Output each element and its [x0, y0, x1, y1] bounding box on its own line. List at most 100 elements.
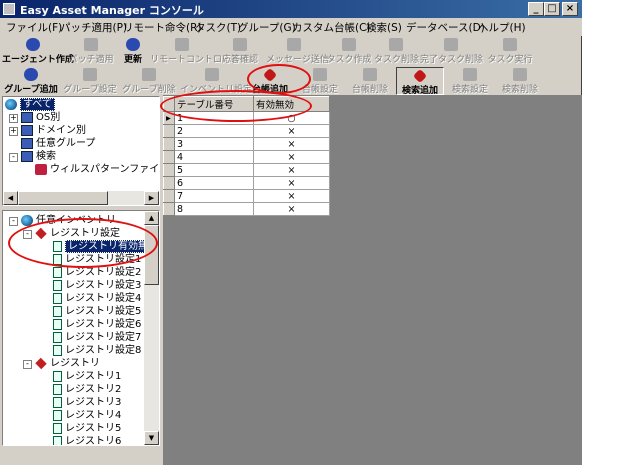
doc-icon	[53, 306, 62, 317]
delete-task-button[interactable]: タスク削除	[374, 37, 419, 65]
column-header-table-number[interactable]: テーブル番号	[174, 96, 254, 112]
tree-item-registry[interactable]: レジストリ	[35, 357, 100, 370]
tree-item-search[interactable]: 検索	[21, 151, 56, 163]
scroll-down-icon[interactable]: ▼	[144, 431, 159, 445]
cell-enabled[interactable]: ×	[253, 189, 330, 203]
table-row[interactable]: ▸ 1 ○	[163, 111, 330, 125]
menu-remote[interactable]: リモート命令(R)	[123, 20, 202, 35]
tree-item-virus-pattern[interactable]: ウィルスパターンファイルが古い	[35, 164, 159, 176]
tree-item-registry-setting[interactable]: レジストリ設定1	[53, 254, 141, 266]
delete-search-button[interactable]: 検索削除	[496, 67, 544, 95]
collapse-icon[interactable]: -	[23, 360, 32, 369]
tree-item-registry-setting[interactable]: レジストリ設定5	[53, 306, 141, 318]
tree-item-registry-entry[interactable]: レジストリ1	[53, 371, 121, 383]
tree-item-registry-settings[interactable]: レジストリ設定	[35, 227, 120, 240]
menu-task[interactable]: タスク(T)	[195, 20, 241, 35]
tree-item-registry-setting[interactable]: レジストリ設定7	[53, 332, 141, 344]
cell-number[interactable]: 7	[174, 189, 254, 203]
table-row[interactable]: 2 ×	[163, 124, 330, 138]
table-row[interactable]: 6 ×	[163, 176, 330, 190]
tree-item-registry-setting[interactable]: レジストリ設定3	[53, 280, 141, 292]
table-row[interactable]: 8 ×	[163, 202, 330, 216]
send-message-button[interactable]: メッセージ送信	[266, 37, 329, 65]
refresh-button[interactable]: 更新	[118, 37, 148, 65]
column-header-enabled[interactable]: 有効無効	[253, 96, 330, 112]
remote-control-button[interactable]: リモートコントロール	[150, 37, 240, 65]
cell-number[interactable]: 5	[174, 163, 254, 177]
scroll-left-icon[interactable]: ◀	[3, 191, 18, 205]
tree-item-custom-inventory[interactable]: 任意インベントリ	[21, 215, 116, 227]
delete-group-button[interactable]: グループ削除	[120, 67, 178, 95]
add-ledger-button[interactable]: 台帳追加	[246, 67, 294, 95]
tree-item-registry-entry[interactable]: レジストリ4	[53, 410, 121, 422]
close-button[interactable]: ×	[562, 2, 578, 16]
scroll-thumb[interactable]	[144, 225, 159, 285]
cell-enabled[interactable]: ×	[253, 137, 330, 151]
add-group-button[interactable]: グループ追加	[2, 67, 60, 95]
cell-enabled[interactable]: ×	[253, 150, 330, 164]
cell-enabled[interactable]: ×	[253, 124, 330, 138]
table-row[interactable]: 7 ×	[163, 189, 330, 203]
menu-custom[interactable]: カスタム台帳(C)	[292, 20, 371, 35]
cell-number[interactable]: 2	[174, 124, 254, 138]
tree-item-registry-setting[interactable]: レジストリ設定6	[53, 319, 141, 331]
title-bar[interactable]: Easy Asset Manager コンソール _ □ ×	[0, 0, 582, 18]
tree-item-domain[interactable]: ドメイン別	[21, 125, 86, 137]
cell-number[interactable]: 8	[174, 202, 254, 216]
collapse-icon[interactable]: -	[9, 217, 18, 226]
data-grid: テーブル番号 有効無効 ▸ 1 ○ 2 × 3 × 4 × 5 × 6 × 7 × 8 ×	[163, 96, 330, 216]
collapse-icon[interactable]: -	[23, 230, 32, 239]
doc-icon	[53, 254, 62, 265]
expand-icon[interactable]: +	[9, 114, 18, 123]
doc-icon	[53, 397, 62, 408]
ledger-settings-button[interactable]: 台帳設定	[296, 67, 344, 95]
tree-item-os[interactable]: OS別	[21, 112, 60, 124]
menu-file[interactable]: ファイル(F)	[6, 20, 62, 35]
table-row[interactable]: 4 ×	[163, 150, 330, 164]
inventory-settings-button[interactable]: インベントリ設定	[180, 67, 252, 95]
create-agent-button[interactable]: エージェント作成	[2, 37, 74, 65]
run-task-button[interactable]: タスク実行	[486, 37, 534, 65]
table-row[interactable]: 3 ×	[163, 137, 330, 151]
tree-vertical-scrollbar[interactable]: ▲ ▼	[144, 211, 159, 445]
minimize-button[interactable]: _	[528, 2, 544, 16]
scroll-right-icon[interactable]: ▶	[144, 191, 159, 205]
menu-patch[interactable]: パッチ適用(P)	[60, 20, 127, 35]
menu-search[interactable]: 検索(S)	[366, 20, 402, 35]
cell-number[interactable]: 4	[174, 150, 254, 164]
menu-database[interactable]: データベース(D)	[406, 20, 485, 35]
cell-enabled[interactable]: ×	[253, 202, 330, 216]
tree-item-registry-setting[interactable]: レジストリ設定2	[53, 267, 141, 279]
maximize-button[interactable]: □	[544, 2, 560, 16]
tree-item-registry-entry[interactable]: レジストリ6	[53, 436, 121, 445]
group-settings-button[interactable]: グループ設定	[62, 67, 118, 95]
collapse-icon[interactable]: -	[9, 153, 18, 162]
table-row[interactable]: 5 ×	[163, 163, 330, 177]
tree-item-all[interactable]: すべて	[5, 98, 55, 111]
tree-item-registry-entry[interactable]: レジストリ5	[53, 423, 121, 435]
cell-enabled[interactable]: ×	[253, 163, 330, 177]
tree-item-registry-entry[interactable]: レジストリ2	[53, 384, 121, 396]
tree-horizontal-scrollbar[interactable]: ◀ ▶	[3, 191, 159, 205]
cell-number[interactable]: 1	[174, 111, 254, 125]
add-search-button[interactable]: 検索追加	[396, 67, 444, 96]
tree-item-custom-group[interactable]: 任意グループ	[21, 138, 95, 150]
cell-number[interactable]: 6	[174, 176, 254, 190]
menu-group[interactable]: グループ(G)	[238, 20, 296, 35]
ping-button[interactable]: 応答確認	[218, 37, 262, 65]
cell-enabled[interactable]: ○	[253, 111, 330, 125]
apply-patch-button[interactable]: パッチ適用	[68, 37, 114, 65]
tree-item-registry-setting[interactable]: レジストリ設定4	[53, 293, 141, 305]
expand-icon[interactable]: +	[9, 127, 18, 136]
delete-completed-task-button[interactable]: 完了タスク削除	[420, 37, 483, 65]
cell-number[interactable]: 3	[174, 137, 254, 151]
delete-ledger-button[interactable]: 台帳削除	[346, 67, 394, 95]
scroll-up-icon[interactable]: ▲	[144, 211, 159, 225]
tree-item-registry-setting[interactable]: レジストリ設定8	[53, 345, 141, 357]
menu-help[interactable]: ヘルプ(H)	[478, 20, 526, 35]
cell-enabled[interactable]: ×	[253, 176, 330, 190]
create-task-button[interactable]: タスク作成	[326, 37, 372, 65]
search-settings-button[interactable]: 検索設定	[446, 67, 494, 95]
scroll-thumb[interactable]	[18, 191, 108, 205]
tree-item-registry-entry[interactable]: レジストリ3	[53, 397, 121, 409]
